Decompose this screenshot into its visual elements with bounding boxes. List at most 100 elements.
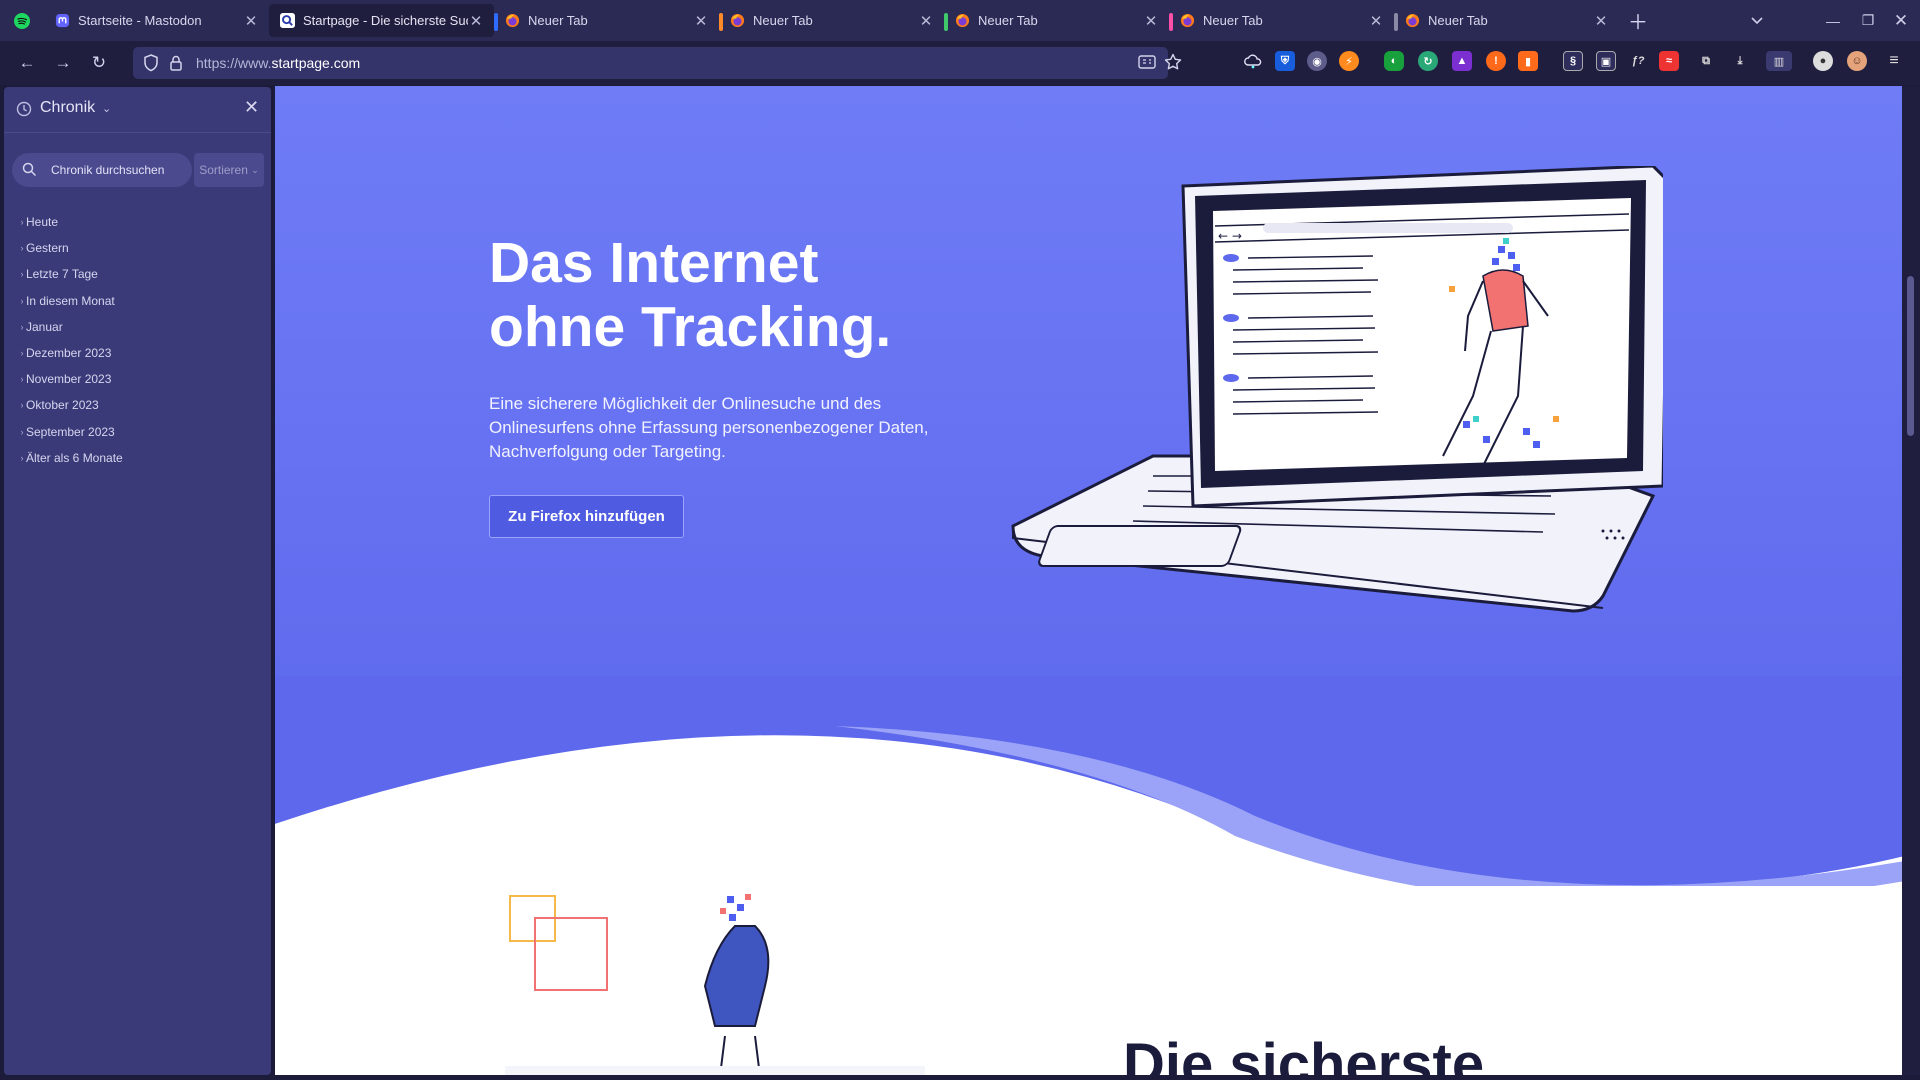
- history-group-label: Oktober 2023: [26, 398, 99, 413]
- tab-title: Neuer Tab: [528, 13, 588, 28]
- tab-strip: Startseite - Mastodon ✕ Startpage - Die si…: [0, 0, 1920, 41]
- forward-button[interactable]: →: [48, 49, 78, 77]
- scrollbar-thumb[interactable]: [1907, 276, 1914, 436]
- firefox-icon: [1404, 13, 1420, 29]
- address-bar[interactable]: https://www.startpage.com: [133, 47, 1182, 79]
- tab-2[interactable]: Startpage - Die sicherste Suchmaschine✕: [269, 4, 494, 37]
- tab-title: Neuer Tab: [1428, 13, 1488, 28]
- tab-5[interactable]: Neuer Tab ✕: [944, 4, 1169, 37]
- hero-subtitle: Eine sicherere Möglichkeit der Onlinesuc…: [489, 394, 929, 461]
- close-tab-icon[interactable]: ✕: [918, 13, 934, 30]
- section-heading: Die sicherste: [1123, 1032, 1485, 1075]
- add-to-firefox-button[interactable]: Zu Firefox hinzufügen: [489, 495, 684, 538]
- extension-red-icon[interactable]: ≈: [1659, 51, 1679, 71]
- downloads-icon[interactable]: ⤓: [1730, 51, 1750, 71]
- restore-button[interactable]: ❐: [1851, 0, 1885, 41]
- mastodon-icon: [54, 13, 70, 29]
- history-sidebar: Chronik ⌄ ✕ Chronik durchsuchen Sortiere…: [4, 87, 271, 1075]
- tab-title: Startseite - Mastodon: [78, 13, 202, 28]
- history-group[interactable]: › September 2023: [4, 419, 271, 445]
- extension-refresh-icon[interactable]: ↻: [1418, 51, 1438, 71]
- close-tab-icon[interactable]: ✕: [1593, 13, 1609, 30]
- page-scrollbar[interactable]: [1902, 86, 1920, 1075]
- search-icon: [22, 162, 37, 177]
- tab-1[interactable]: Startseite - Mastodon ✕: [44, 4, 269, 37]
- list-all-tabs-button[interactable]: [1744, 8, 1770, 34]
- back-button[interactable]: ←: [12, 49, 42, 77]
- history-group[interactable]: › Letzte 7 Tage: [4, 261, 271, 287]
- chevron-down-icon: [1751, 17, 1763, 25]
- startpage-icon: [279, 13, 295, 29]
- history-group[interactable]: › Januar: [4, 314, 271, 340]
- profile-avatar-icon[interactable]: ☺: [1847, 51, 1867, 71]
- history-search-input[interactable]: Chronik durchsuchen: [12, 153, 192, 187]
- extension-purple-icon[interactable]: ▲: [1452, 51, 1472, 71]
- close-tab-icon[interactable]: ✕: [1143, 13, 1159, 30]
- history-group-label: September 2023: [26, 424, 115, 439]
- bitwarden-icon[interactable]: ⛨: [1275, 51, 1295, 71]
- history-group[interactable]: › November 2023: [4, 366, 271, 392]
- tab-3[interactable]: Neuer Tab ✕: [494, 4, 719, 37]
- history-group-label: Gestern: [26, 241, 69, 256]
- history-group[interactable]: › Dezember 2023: [4, 340, 271, 366]
- firefox-icon: [954, 13, 970, 29]
- firefox-icon: [729, 13, 745, 29]
- web-content: Das Internet ohne Tracking. Eine sicherer…: [275, 86, 1905, 1075]
- tab-title: Neuer Tab: [978, 13, 1038, 28]
- history-group[interactable]: › Oktober 2023: [4, 392, 271, 418]
- extension-trash-icon[interactable]: ▮: [1518, 51, 1538, 71]
- pinned-tab-spotify[interactable]: [0, 0, 44, 41]
- minimize-button[interactable]: —: [1816, 0, 1850, 41]
- history-group-label: November 2023: [26, 372, 112, 387]
- arrow-left-icon: ←: [18, 53, 36, 72]
- extension-orange-icon[interactable]: ⚡: [1339, 51, 1359, 71]
- new-tab-button[interactable]: ＋: [1623, 6, 1653, 36]
- close-sidebar-button[interactable]: ✕: [244, 97, 259, 118]
- reload-button[interactable]: ↻: [84, 49, 114, 77]
- container-color-indicator: [494, 13, 498, 31]
- history-group[interactable]: › Heute: [4, 209, 271, 235]
- lock-icon[interactable]: [169, 54, 183, 72]
- sidebar-title[interactable]: Chronik: [40, 99, 95, 117]
- chevron-down-icon[interactable]: ⌄: [102, 102, 111, 115]
- history-group-label: Älter als 6 Monate: [26, 450, 123, 465]
- sort-button[interactable]: Sortieren ⌄: [194, 153, 264, 187]
- history-group-label: Letzte 7 Tage: [26, 267, 98, 282]
- tab-4[interactable]: Neuer Tab ✕: [719, 4, 944, 37]
- ublock-icon[interactable]: ◉: [1307, 51, 1327, 71]
- search-placeholder: Chronik durchsuchen: [51, 163, 165, 177]
- extension-badge-icon[interactable]: §: [1563, 51, 1583, 71]
- history-group[interactable]: › Älter als 6 Monate: [4, 445, 271, 471]
- spotify-icon: [14, 12, 30, 29]
- tracking-protection-shield-icon[interactable]: [143, 54, 159, 72]
- url-text[interactable]: https://www.startpage.com: [196, 55, 360, 71]
- screenshot-icon[interactable]: ▣: [1596, 51, 1616, 71]
- extension-green-icon[interactable]: ◐: [1384, 51, 1404, 71]
- reader-view-icon[interactable]: [1138, 54, 1156, 70]
- tab-title: Neuer Tab: [753, 13, 813, 28]
- url-prefix: https://www.: [196, 55, 272, 71]
- sidebar-toggle-icon[interactable]: ▥: [1766, 51, 1792, 71]
- extension-firefox-relay-icon[interactable]: !: [1486, 51, 1506, 71]
- history-group-label: Januar: [26, 319, 63, 334]
- history-group-label: Heute: [26, 215, 59, 230]
- hero-headline: Das Internet ohne Tracking.: [489, 231, 892, 359]
- close-tab-icon[interactable]: ✕: [468, 13, 484, 30]
- app-menu-icon[interactable]: ≡: [1884, 51, 1904, 71]
- history-list: › Heute › Gestern › Letzte 7 Tage › In diesem M…: [4, 209, 271, 471]
- close-tab-icon[interactable]: ✕: [243, 13, 259, 30]
- tab-title: Neuer Tab: [1203, 13, 1263, 28]
- history-group[interactable]: › Gestern: [4, 235, 271, 261]
- history-group[interactable]: › In diesem Monat: [4, 288, 271, 314]
- formula-icon[interactable]: ƒ?: [1628, 51, 1648, 71]
- close-tab-icon[interactable]: ✕: [1368, 13, 1384, 30]
- close-window-button[interactable]: ✕: [1884, 0, 1918, 41]
- tab-7[interactable]: Neuer Tab ✕: [1394, 4, 1619, 37]
- tab-6[interactable]: Neuer Tab ✕: [1169, 4, 1394, 37]
- bookmark-star-icon[interactable]: [1164, 53, 1182, 71]
- sync-cloud-icon[interactable]: [1243, 51, 1263, 71]
- extensions-puzzle-icon[interactable]: ⧉: [1696, 51, 1716, 71]
- account-avatar-icon[interactable]: ●: [1813, 51, 1833, 71]
- reload-icon: ↻: [91, 53, 107, 72]
- close-tab-icon[interactable]: ✕: [693, 13, 709, 30]
